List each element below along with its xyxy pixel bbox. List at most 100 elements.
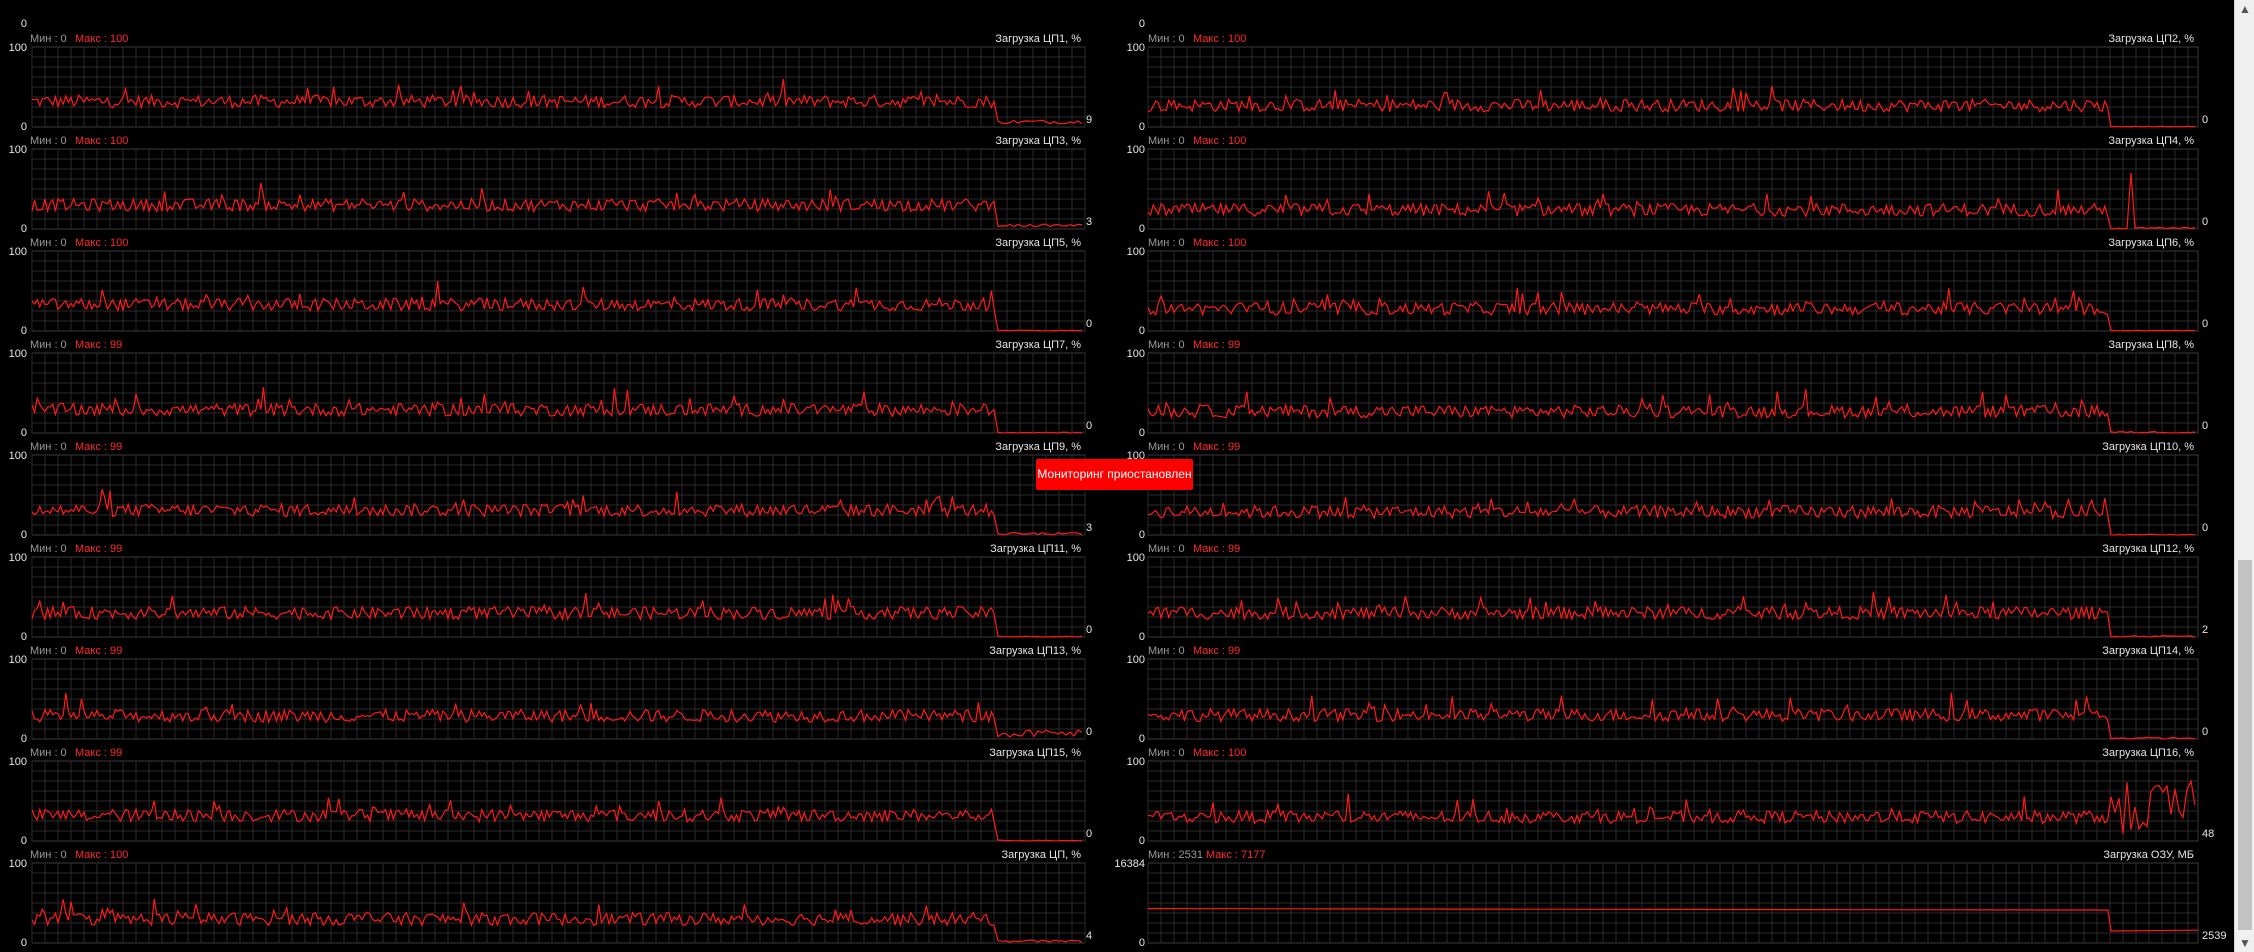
y-axis-min-label: 0 bbox=[21, 937, 27, 949]
chart-title: Загрузка ЦП, % bbox=[1002, 849, 1082, 861]
y-axis-max-label: 100 bbox=[1127, 654, 1145, 666]
current-value-label: 3 bbox=[1086, 522, 1092, 534]
min-label: Мин : 0 bbox=[1148, 237, 1185, 249]
chart-title: Загрузка ЦП14, % bbox=[2102, 645, 2194, 657]
max-label: Макс : 100 bbox=[75, 33, 128, 45]
chart-title: Загрузка ЦП6, % bbox=[2108, 237, 2194, 249]
y-axis-max-label: 100 bbox=[9, 144, 27, 156]
max-label: Макс : 99 bbox=[1193, 645, 1240, 657]
current-value-label: 4 bbox=[1086, 930, 1092, 942]
y-axis-min-label: 0 bbox=[1139, 733, 1145, 745]
y-axis-min-label: 0 bbox=[1139, 937, 1145, 949]
min-label: Мин : 0 bbox=[30, 135, 67, 147]
max-label: Макс : 7177 bbox=[1206, 849, 1265, 861]
y-axis-max-label: 100 bbox=[9, 246, 27, 258]
chart-title: Загрузка ЦП13, % bbox=[989, 645, 1081, 657]
min-label: Мин : 0 bbox=[1148, 645, 1185, 657]
current-value-label: 0 bbox=[1086, 318, 1092, 330]
scrollbar-thumb[interactable] bbox=[2238, 560, 2252, 930]
y-axis-min-label: 0 bbox=[1139, 835, 1145, 847]
y-axis-min-label: 0 bbox=[21, 121, 27, 133]
chart-panel: Мин : 2531 Макс : 7177 Загрузка ОЗУ, МБ 163… bbox=[1114, 849, 2226, 949]
y-axis-min-label: 0 bbox=[1139, 121, 1145, 133]
current-value-label: 0 bbox=[2202, 318, 2208, 330]
chart-title: Загрузка ЦП10, % bbox=[2102, 441, 2194, 453]
min-label: Мин : 0 bbox=[30, 747, 67, 759]
scroll-down-arrow-icon[interactable]: ▼ bbox=[2235, 934, 2254, 952]
y-axis-max-label: 100 bbox=[1127, 552, 1145, 564]
chart-panel: Мин : 0 Макс : 99 Загрузка ЦП10, %10000 bbox=[1127, 441, 2208, 541]
current-value-label: 0 bbox=[2202, 726, 2208, 738]
chart-panel: Мин : 0 Макс : 100 Загрузка ЦП2, % 100 0 0 0 bbox=[1127, 18, 2208, 133]
y-axis-max-label: 100 bbox=[1127, 144, 1145, 156]
y-axis-max-label: 100 bbox=[9, 756, 27, 768]
chart-title: Загрузка ЦП1, % bbox=[995, 33, 1081, 45]
y-axis-max-label: 100 bbox=[9, 858, 27, 870]
y-axis-max-label: 100 bbox=[1127, 246, 1145, 258]
vertical-scrollbar[interactable]: ▲ ▼ bbox=[2234, 0, 2254, 952]
chart-title: Загрузка ЦП5, % bbox=[995, 237, 1081, 249]
y-axis-min-label: 0 bbox=[21, 631, 27, 643]
min-label: Мин : 0 bbox=[1148, 747, 1185, 759]
y-axis-max-label: 100 bbox=[9, 450, 27, 462]
max-label: Макс : 99 bbox=[1193, 441, 1240, 453]
chart-panel: Мин : 0 Макс : 99 Загрузка ЦП9, % 100 0 3 bbox=[9, 441, 1092, 541]
current-value-label: 0 bbox=[1086, 420, 1092, 432]
y-axis-min-label: 0 bbox=[1139, 427, 1145, 439]
chart-panel: Мин : 0 Макс : 100 Загрузка ЦП6, % 100 0 0 bbox=[1127, 237, 2208, 337]
y-axis-max-label: 16384 bbox=[1114, 858, 1145, 870]
y-axis-max-label: 100 bbox=[1127, 756, 1145, 768]
current-value-label: 48 bbox=[2202, 828, 2214, 840]
chart-panel: Мин : 0 Макс : 100 Загрузка ЦП16, % 100 0 48 bbox=[1127, 747, 2215, 847]
chart-panel: Мин : 0 Макс : 99 Загрузка ЦП8, % 100 0 0 bbox=[1127, 339, 2208, 439]
y-axis-min-label: 0 bbox=[21, 223, 27, 235]
chart-title: Загрузка ЦП3, % bbox=[995, 135, 1081, 147]
chart-title: Загрузка ОЗУ, МБ bbox=[2103, 849, 2194, 861]
chart-panel: Мин : 0 Макс : 100 Загрузка ЦП4, % 100 0 0 bbox=[1127, 135, 2208, 235]
max-label: Макс : 100 bbox=[1193, 33, 1246, 45]
chart-title: Загрузка ЦП12, % bbox=[2102, 543, 2194, 555]
current-value-label: 3 bbox=[1086, 216, 1092, 228]
chart-title: Загрузка ЦП15, % bbox=[989, 747, 1081, 759]
max-label: Макс : 99 bbox=[75, 645, 122, 657]
min-label: Мин : 0 bbox=[30, 441, 67, 453]
max-label: Макс : 99 bbox=[1193, 543, 1240, 555]
y-axis-min-label: 0 bbox=[21, 427, 27, 439]
max-label: Макс : 100 bbox=[75, 237, 128, 249]
min-label: Мин : 0 bbox=[1148, 339, 1185, 351]
scroll-up-arrow-icon[interactable]: ▲ bbox=[2235, 0, 2254, 18]
min-label: Мин : 0 bbox=[30, 543, 67, 555]
y-axis-max-label: 100 bbox=[9, 42, 27, 54]
max-label: Макс : 99 bbox=[75, 543, 122, 555]
max-label: Макс : 99 bbox=[75, 747, 122, 759]
min-label: Мин : 0 bbox=[1148, 441, 1185, 453]
chart-title: Загрузка ЦП8, % bbox=[2108, 339, 2194, 351]
monitoring-paused-badge: Мониторинг приостановлен bbox=[1036, 459, 1193, 490]
current-value-label: 0 bbox=[2202, 114, 2208, 126]
chart-panel: Мин : 0 Макс : 99 Загрузка ЦП11, % 100 0 0 bbox=[9, 543, 1092, 643]
min-label: Мин : 0 bbox=[30, 339, 67, 351]
y-axis-min-label: 0 bbox=[21, 835, 27, 847]
current-value-label: 2539 bbox=[2202, 930, 2226, 942]
y-axis-min-label: 0 bbox=[21, 529, 27, 541]
y-axis-min-label: 0 bbox=[21, 325, 27, 337]
chart-panel: Мин : 0 Макс : 100 Загрузка ЦП5, % 100 0 0 bbox=[9, 237, 1092, 337]
y-axis-min-label: 0 bbox=[1139, 529, 1145, 541]
y-axis-top-label: 0 bbox=[1139, 18, 1145, 30]
y-axis-min-label: 0 bbox=[1139, 223, 1145, 235]
max-label: Макс : 100 bbox=[1193, 747, 1246, 759]
y-axis-top-label: 0 bbox=[21, 18, 27, 30]
y-axis-min-label: 0 bbox=[1139, 325, 1145, 337]
min-label: Мин : 0 bbox=[1148, 33, 1185, 45]
current-value-label: 0 bbox=[1086, 828, 1092, 840]
chart-panel: Мин : 0 Макс : 99 Загрузка ЦП7, % 100 0 0 bbox=[9, 339, 1092, 439]
chart-panel: Мин : 0 Макс : 99 Загрузка ЦП14, % 100 0 0 bbox=[1127, 645, 2208, 745]
chart-title: Загрузка ЦП7, % bbox=[995, 339, 1081, 351]
chart-title: Загрузка ЦП4, % bbox=[2108, 135, 2194, 147]
max-label: Макс : 100 bbox=[1193, 135, 1246, 147]
y-axis-max-label: 100 bbox=[9, 654, 27, 666]
min-label: Мин : 0 bbox=[30, 645, 67, 657]
min-label: Мин : 0 bbox=[1148, 543, 1185, 555]
min-label: Мин : 2531 bbox=[1148, 849, 1203, 861]
min-label: Мин : 0 bbox=[1148, 135, 1185, 147]
